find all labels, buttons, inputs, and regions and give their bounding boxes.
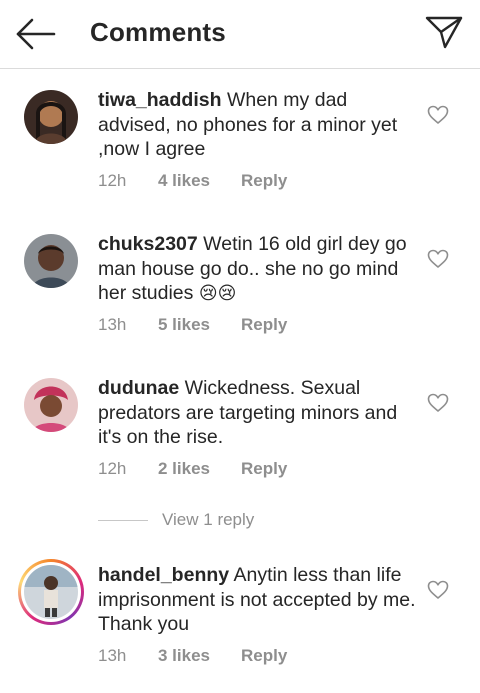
like-heart-icon[interactable]: [427, 580, 449, 600]
comment-likes[interactable]: 2 likes: [158, 459, 210, 479]
avatar[interactable]: [24, 565, 78, 619]
comment-username[interactable]: chuks2307: [98, 233, 198, 255]
like-heart-icon[interactable]: [427, 105, 449, 125]
comment-text: dudunae Wickedness. Sexual predators are…: [98, 376, 418, 450]
comment-likes[interactable]: 4 likes: [158, 171, 210, 191]
reply-button[interactable]: Reply: [241, 459, 287, 479]
like-heart-icon[interactable]: [427, 249, 449, 269]
avatar[interactable]: [24, 378, 78, 432]
comment-time: 13h: [98, 315, 127, 334]
comment-time: 13h: [98, 646, 127, 665]
story-ring[interactable]: [18, 559, 84, 625]
comment-time: 12h: [98, 459, 127, 478]
comment-username[interactable]: handel_benny: [98, 564, 229, 586]
crying-emoji: 😢😢: [198, 283, 237, 304]
comment-likes[interactable]: 5 likes: [158, 315, 210, 335]
comment-username[interactable]: dudunae: [98, 377, 179, 399]
top-bar: Comments: [0, 0, 480, 69]
reply-button[interactable]: Reply: [241, 315, 287, 335]
comment-time: 12h: [98, 171, 127, 190]
replies-divider: [98, 520, 148, 521]
page-title: Comments: [90, 17, 226, 47]
comment-text: chuks2307 Wetin 16 old girl dey go man h…: [98, 232, 418, 307]
reply-button[interactable]: Reply: [241, 171, 287, 191]
direct-message-icon[interactable]: [424, 13, 464, 51]
back-arrow-icon[interactable]: [14, 16, 58, 52]
comment-text: handel_benny Anytin less than life impri…: [98, 563, 418, 637]
view-replies-label[interactable]: View 1 reply: [162, 510, 254, 530]
reply-button[interactable]: Reply: [241, 646, 287, 666]
avatar[interactable]: [24, 90, 78, 144]
like-heart-icon[interactable]: [427, 393, 449, 413]
avatar[interactable]: [24, 234, 78, 288]
comment-username[interactable]: tiwa_haddish: [98, 89, 222, 111]
comment-text: tiwa_haddish When my dad advised, no pho…: [98, 88, 418, 162]
comment-likes[interactable]: 3 likes: [158, 646, 210, 666]
